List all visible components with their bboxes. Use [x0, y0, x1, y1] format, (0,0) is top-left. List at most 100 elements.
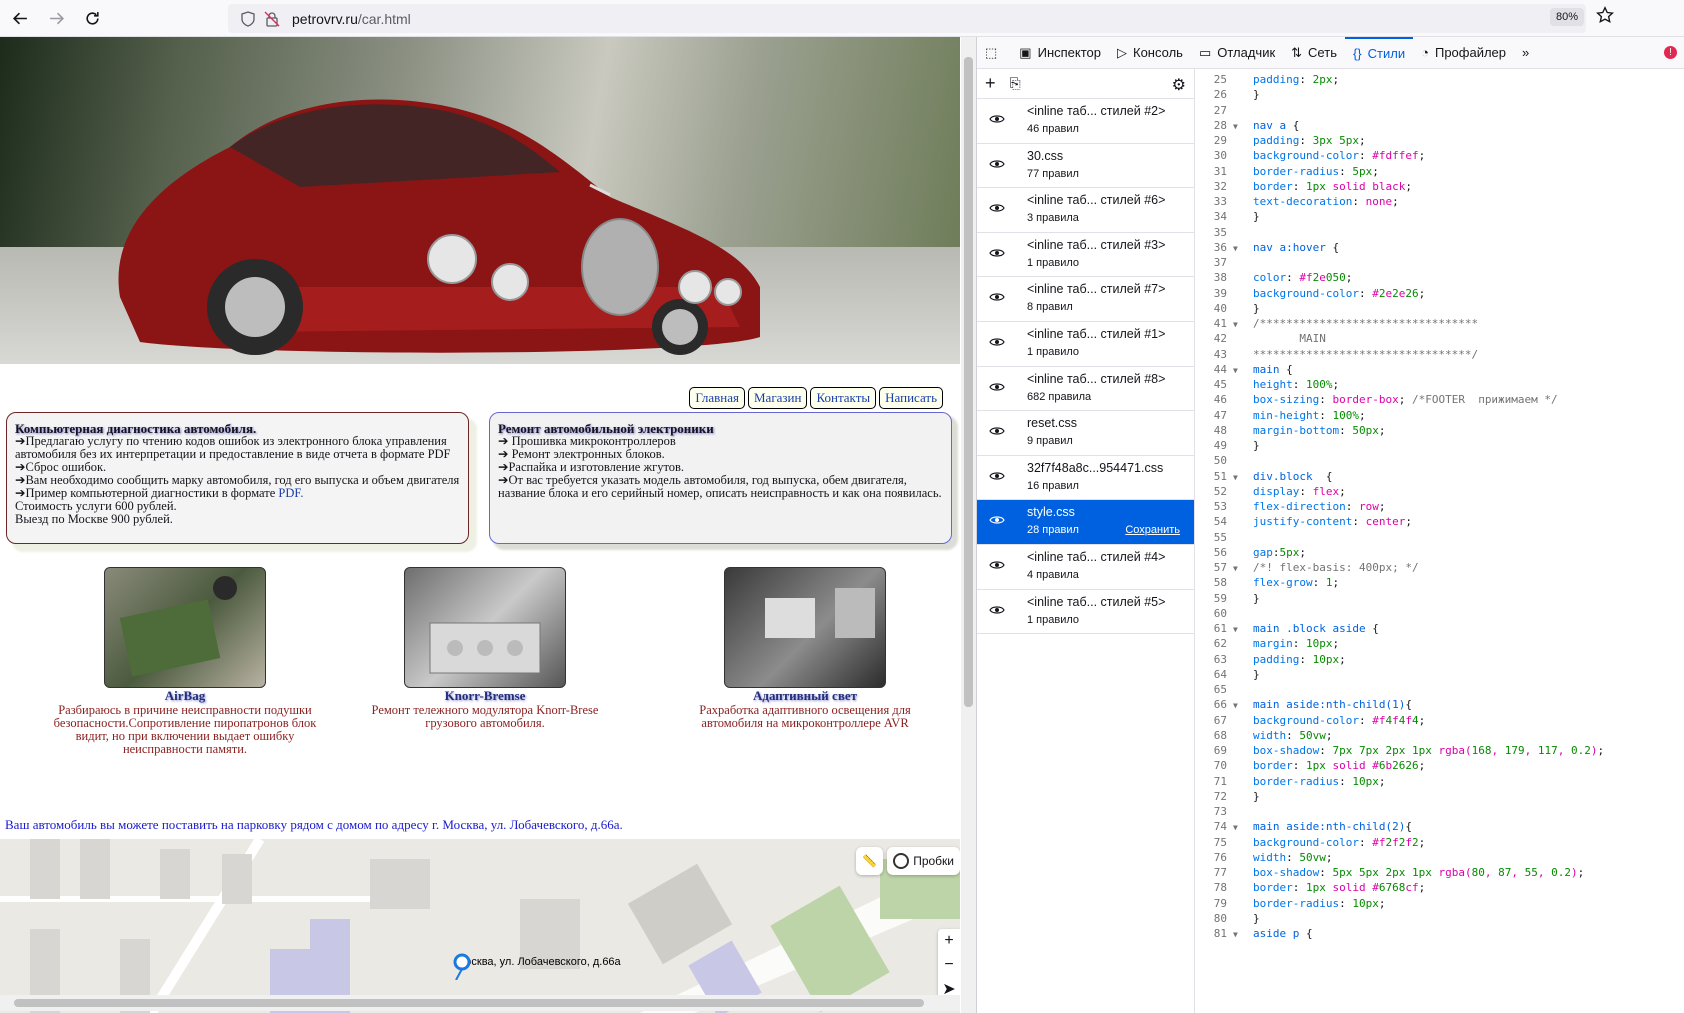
tab-console[interactable]: ▷ Консоль [1109, 37, 1191, 69]
nav-write-link[interactable]: Написать [879, 387, 943, 409]
fold-toggle-icon[interactable]: ▼ [1233, 930, 1238, 939]
adaptive-light-photo[interactable] [724, 567, 886, 688]
code-line[interactable]: flex-grow: 1; [1253, 575, 1339, 591]
code-line[interactable]: border-radius: 5px; [1253, 164, 1379, 180]
fold-toggle-icon[interactable]: ▼ [1233, 320, 1238, 329]
code-line[interactable]: nav a:hover { [1253, 240, 1339, 256]
url-bar[interactable]: petrovrv.ru/car.html [228, 4, 1586, 33]
code-line[interactable]: border-radius: 10px; [1253, 774, 1385, 790]
tab-style-editor[interactable]: {} Стили [1344, 36, 1414, 69]
code-line[interactable]: background-color: #f2f2f2; [1253, 835, 1425, 851]
code-line[interactable]: margin: 10px; [1253, 636, 1339, 652]
code-line[interactable]: } [1253, 438, 1260, 454]
more-tabs-button[interactable]: » [1514, 37, 1537, 69]
code-line[interactable]: background-color: #2e2e26; [1253, 286, 1425, 302]
bookmark-star-icon[interactable] [1596, 6, 1614, 27]
code-line[interactable]: min-height: 100%; [1253, 408, 1366, 424]
code-line[interactable]: background-color: #fdffef; [1253, 148, 1425, 164]
eye-icon[interactable] [989, 336, 1005, 351]
yandex-map[interactable]: 📏 Пробки + − ➤ Москва, ул. Лобачевского,… [0, 839, 960, 1013]
page-vertical-scrollbar[interactable] [961, 37, 976, 1013]
page-horizontal-scrollbar[interactable] [0, 995, 960, 1011]
save-link[interactable]: Сохранить [1125, 524, 1180, 536]
eye-icon[interactable] [989, 514, 1005, 529]
code-line[interactable]: color: #f2e050; [1253, 270, 1352, 286]
code-line[interactable]: *********************************/ [1253, 347, 1478, 363]
code-line[interactable]: background-color: #f4f4f4; [1253, 713, 1425, 729]
code-line[interactable]: padding: 3px 5px; [1253, 133, 1366, 149]
code-line[interactable]: nav a { [1253, 118, 1299, 134]
code-line[interactable]: aside p { [1253, 926, 1313, 942]
eye-icon[interactable] [989, 559, 1005, 574]
stylesheet-row[interactable]: <inline таб... стилей #5> 1 правило [977, 590, 1194, 635]
forward-button[interactable] [40, 3, 72, 33]
code-line[interactable]: flex-direction: row; [1253, 499, 1385, 515]
eye-icon[interactable] [989, 425, 1005, 440]
code-line[interactable]: box-shadow: 7px 7px 2px 1px rgba(168, 17… [1253, 743, 1604, 759]
stylesheet-row[interactable]: <inline таб... стилей #1> 1 правило [977, 322, 1194, 367]
tab-profiler[interactable]: ◔ Профайлер [1413, 37, 1514, 69]
stylesheet-row[interactable]: <inline таб... стилей #4> 4 правила [977, 545, 1194, 590]
back-button[interactable] [4, 3, 36, 33]
code-line[interactable]: main { [1253, 362, 1293, 378]
stylesheet-row[interactable]: reset.css 9 правил [977, 411, 1194, 456]
fold-toggle-icon[interactable]: ▼ [1233, 823, 1238, 832]
code-line[interactable]: } [1253, 789, 1260, 805]
code-line[interactable]: margin-bottom: 50px; [1253, 423, 1385, 439]
fold-toggle-icon[interactable]: ▼ [1233, 473, 1238, 482]
code-line[interactable]: } [1253, 591, 1260, 607]
insecure-lock-icon[interactable] [260, 7, 284, 31]
stylesheet-row[interactable]: <inline таб... стилей #2> 46 правил [977, 99, 1194, 144]
tab-debugger[interactable]: ▭ Отладчик [1191, 37, 1283, 69]
map-pin[interactable]: Москва, ул. Лобачевского, д.66а [452, 952, 621, 980]
traffic-button[interactable]: Пробки [887, 847, 960, 875]
stylesheet-row[interactable]: 32f7f48a8c...954471.css 16 правил [977, 456, 1194, 501]
code-line[interactable]: main .block aside { [1253, 621, 1379, 637]
code-line[interactable]: border-radius: 10px; [1253, 896, 1385, 912]
code-line[interactable]: justify-content: center; [1253, 514, 1412, 530]
eye-icon[interactable] [989, 202, 1005, 217]
fold-toggle-icon[interactable]: ▼ [1233, 564, 1238, 573]
code-line[interactable]: main aside:nth-child(2){ [1253, 819, 1412, 835]
nav-contacts-link[interactable]: Контакты [810, 387, 877, 409]
nav-shop-link[interactable]: Магазин [747, 387, 808, 409]
eye-icon[interactable] [989, 158, 1005, 173]
scroll-thumb[interactable] [964, 57, 973, 707]
eye-icon[interactable] [989, 470, 1005, 485]
code-line[interactable]: } [1253, 209, 1260, 225]
code-line[interactable]: padding: 2px; [1253, 72, 1339, 88]
code-line[interactable]: gap:5px; [1253, 545, 1306, 561]
code-line[interactable]: height: 100%; [1253, 377, 1339, 393]
code-line[interactable]: } [1253, 87, 1260, 103]
eye-icon[interactable] [989, 604, 1005, 619]
reload-button[interactable] [76, 3, 108, 33]
element-picker-button[interactable]: ⬚ [977, 37, 1011, 69]
code-line[interactable]: display: flex; [1253, 484, 1346, 500]
pdf-link[interactable]: PDF. [278, 486, 303, 500]
eye-icon[interactable] [989, 113, 1005, 128]
stylesheet-row[interactable]: <inline таб... стилей #6> 3 правила [977, 188, 1194, 233]
shield-icon[interactable] [236, 7, 260, 31]
eye-icon[interactable] [989, 381, 1005, 396]
tab-network[interactable]: ⇅ Сеть [1283, 37, 1345, 69]
fold-toggle-icon[interactable]: ▼ [1233, 625, 1238, 634]
fold-toggle-icon[interactable]: ▼ [1233, 122, 1238, 131]
code-line[interactable]: /********************************* [1253, 316, 1478, 332]
code-line[interactable]: /*! flex-basis: 400px; */ [1253, 560, 1419, 576]
code-line[interactable]: } [1253, 667, 1260, 683]
eye-icon[interactable] [989, 291, 1005, 306]
stylesheet-row[interactable]: style.css 28 правил Сохранить [977, 500, 1194, 545]
import-stylesheet-icon[interactable]: ⎘ [1010, 75, 1021, 92]
code-line[interactable]: main aside:nth-child(1){ [1253, 697, 1412, 713]
code-line[interactable]: box-sizing: border-box; /*FOOTER прижима… [1253, 392, 1558, 408]
scroll-thumb[interactable] [14, 999, 924, 1007]
fold-toggle-icon[interactable]: ▼ [1233, 244, 1238, 253]
eye-icon[interactable] [989, 247, 1005, 262]
error-badge-icon[interactable]: ! [1664, 46, 1677, 59]
airbag-photo[interactable] [104, 567, 266, 688]
code-line[interactable]: padding: 10px; [1253, 652, 1346, 668]
stylesheet-row[interactable]: 30.css 77 правил [977, 144, 1194, 189]
stylesheet-row[interactable]: <inline таб... стилей #3> 1 правило [977, 233, 1194, 278]
url-text[interactable]: petrovrv.ru/car.html [292, 11, 411, 27]
stylesheet-row[interactable]: <inline таб... стилей #8> 682 правила [977, 367, 1194, 412]
